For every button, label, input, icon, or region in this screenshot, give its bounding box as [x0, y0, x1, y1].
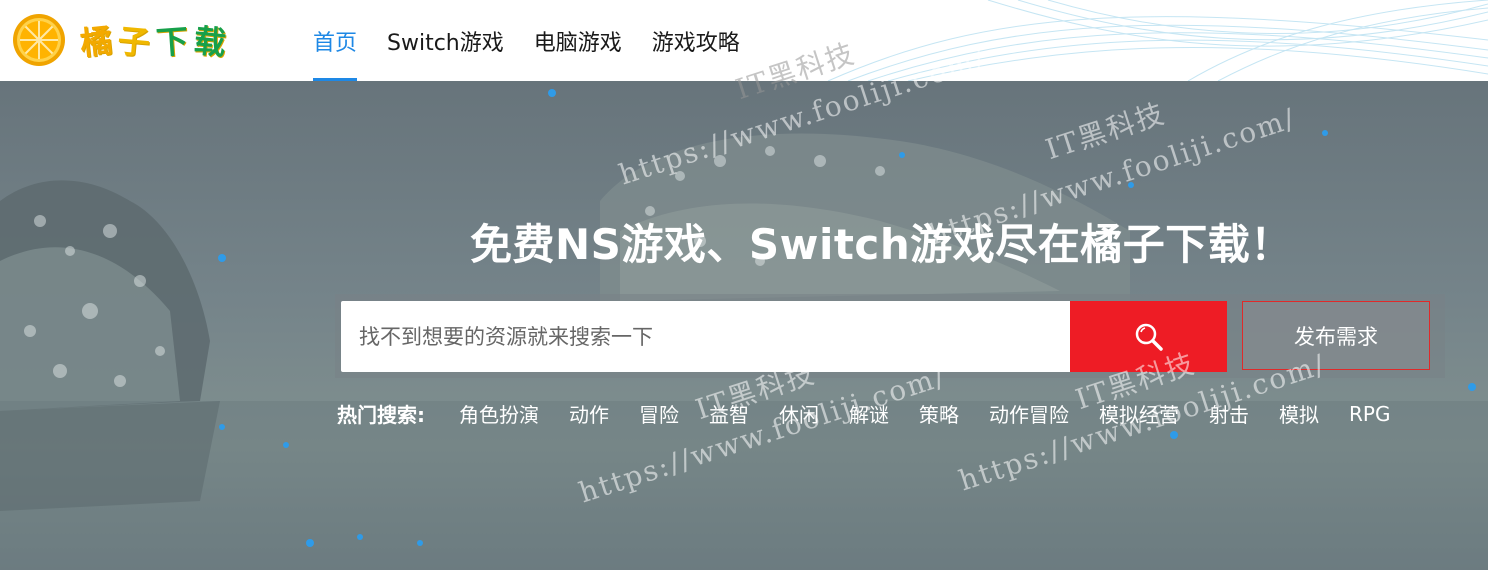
nav-item-switch-games[interactable]: Switch游戏 — [387, 0, 504, 81]
hot-search-label: 热门搜索: — [337, 403, 425, 427]
hot-tag[interactable]: RPG — [1349, 402, 1390, 426]
search-icon — [1135, 323, 1163, 351]
hot-tag[interactable]: 解谜 — [849, 399, 889, 428]
hero-title: 免费NS游戏、Switch游戏尽在橘子下载！ — [470, 220, 1293, 269]
logo-char: 载 — [191, 21, 228, 63]
hot-tag[interactable]: 益智 — [709, 399, 749, 428]
hot-tag[interactable]: 射击 — [1209, 399, 1249, 428]
publish-request-button[interactable]: 发布需求 — [1242, 301, 1430, 370]
nav-item-home[interactable]: 首页 — [313, 0, 358, 81]
logo-char: 橘 — [78, 21, 115, 63]
main-nav: 首页 Switch游戏 电脑游戏 游戏攻略 — [313, 0, 770, 81]
hot-search-tags: 热门搜索: 角色扮演 动作 冒险 益智 休闲 解谜 策略 动作冒险 模拟经营 射… — [337, 399, 1390, 428]
hot-tag[interactable]: 动作 — [569, 399, 609, 428]
hot-tag[interactable]: 冒险 — [639, 399, 679, 428]
logo-char: 下 — [154, 21, 190, 63]
logo-char: 子 — [116, 21, 152, 63]
hot-tag[interactable]: 角色扮演 — [459, 399, 539, 428]
nav-item-pc-games[interactable]: 电脑游戏 — [534, 0, 622, 81]
search-input[interactable] — [341, 301, 1071, 372]
site-logo[interactable]: 橘 子 下 载 — [12, 10, 228, 70]
logo-text: 橘 子 下 载 — [78, 17, 228, 63]
hot-tag[interactable]: 模拟 — [1279, 399, 1319, 428]
hero-banner: 免费NS游戏、Switch游戏尽在橘子下载！ 发布需求 热门搜索: 角色扮演 动… — [0, 81, 1488, 570]
nav-item-game-guides[interactable]: 游戏攻略 — [652, 0, 740, 81]
hot-tag[interactable]: 策略 — [919, 399, 959, 428]
hot-tag[interactable]: 动作冒险 — [989, 399, 1069, 428]
top-navbar: 橘 子 下 载 首页 Switch游戏 电脑游戏 游戏攻略 — [0, 0, 1488, 81]
orange-logo-icon — [13, 14, 65, 66]
search-button[interactable] — [1070, 301, 1227, 372]
hot-tag[interactable]: 休闲 — [779, 399, 819, 428]
header-decorative-lines — [827, 0, 1488, 81]
hot-tag[interactable]: 模拟经营 — [1099, 399, 1179, 428]
search-bar: 发布需求 — [335, 294, 1445, 378]
